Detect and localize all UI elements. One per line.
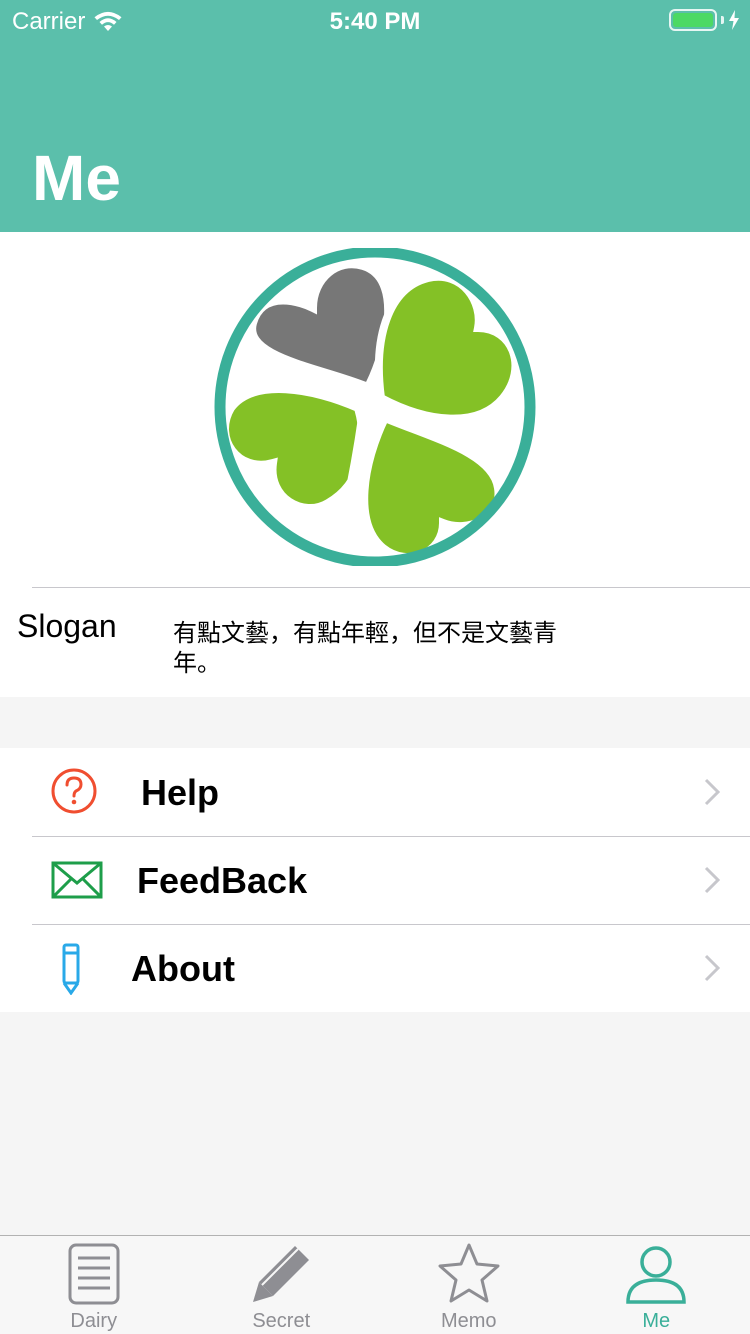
menu-item-about[interactable]: About [0, 924, 750, 1012]
tab-label-memo: Memo [440, 1310, 497, 1332]
chevron-right-icon [704, 954, 720, 982]
tab-label-secret: Secret [252, 1310, 311, 1332]
charging-bolt-icon [729, 10, 739, 30]
menu-label-about: About [131, 948, 235, 989]
tab-label-dairy: Dairy [70, 1310, 118, 1332]
chevron-right-icon [704, 778, 720, 806]
pencil-icon [253, 1246, 310, 1302]
navigation-header: Carrier 5:40 PM Me [0, 0, 750, 232]
envelope-icon [51, 861, 103, 899]
pencil-icon [62, 943, 80, 995]
settings-menu: Help FeedBack About [0, 748, 750, 1012]
tab-me[interactable]: Me [563, 1236, 750, 1334]
battery-icon [669, 9, 717, 31]
document-icon [68, 1243, 120, 1305]
tab-memo[interactable]: Memo [375, 1236, 563, 1334]
tab-secret[interactable]: Secret [188, 1236, 376, 1334]
slogan-text: 有點文藝，有點年輕，但不是文藝青年。 [173, 619, 557, 677]
battery-fill [673, 13, 713, 27]
page-title: Me [32, 142, 121, 214]
status-bar: Carrier 5:40 PM [0, 0, 750, 40]
status-time: 5:40 PM [329, 8, 421, 35]
person-icon [626, 1246, 687, 1304]
tab-bar: Dairy Secret Memo Me [0, 1235, 750, 1334]
clover-logo-avatar[interactable] [213, 248, 537, 566]
chevron-right-icon [704, 866, 720, 894]
battery-indicator [669, 9, 740, 31]
question-circle-icon [51, 768, 97, 814]
battery-tip [721, 16, 724, 24]
menu-item-help[interactable]: Help [0, 748, 750, 836]
divider [32, 587, 750, 588]
tab-label-me: Me [642, 1310, 671, 1332]
profile-card: Slogan 有點文藝，有點年輕，但不是文藝青年。 [0, 232, 750, 697]
tab-dairy[interactable]: Dairy [0, 1236, 188, 1334]
star-icon [438, 1243, 500, 1303]
menu-label-help: Help [141, 772, 220, 813]
menu-label-feedback: FeedBack [137, 860, 308, 901]
menu-item-feedback[interactable]: FeedBack [0, 836, 750, 924]
slogan-label: Slogan [17, 608, 117, 644]
